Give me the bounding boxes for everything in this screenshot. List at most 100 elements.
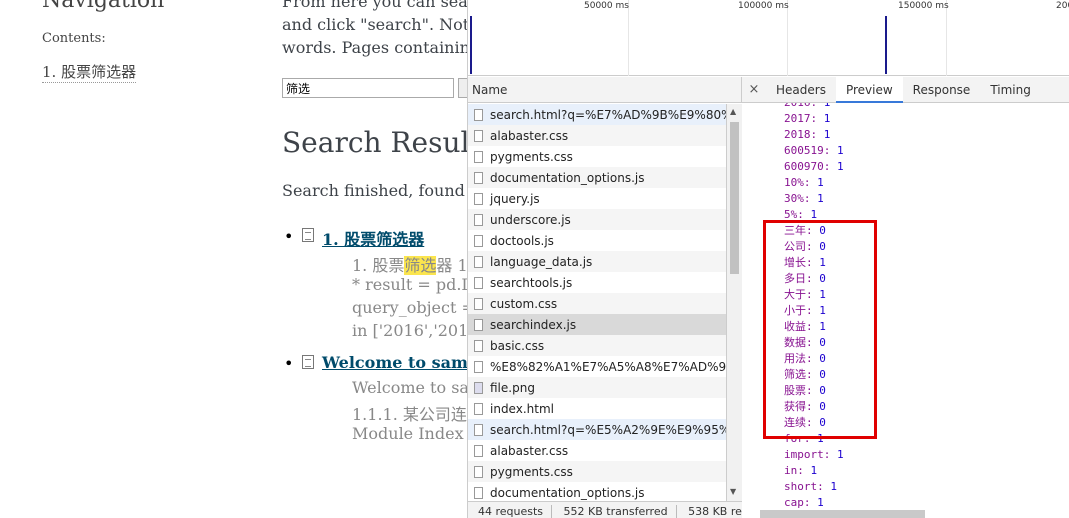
- preview-entry: in: 1: [784, 463, 817, 479]
- request-row[interactable]: search.html?q=%E7%AD%9B%E9%80%89: [468, 104, 726, 125]
- document-file-icon: [474, 129, 483, 142]
- preview-key: 600519:: [784, 144, 837, 157]
- preview-entry: cap: 1: [784, 495, 824, 511]
- request-list: search.html?q=%E7%AD%9B%E9%80%89 alabaste…: [468, 104, 727, 501]
- request-row[interactable]: alabaster.css: [468, 125, 726, 146]
- request-name: underscore.js: [490, 212, 571, 227]
- request-row[interactable]: alabaster.css: [468, 440, 726, 461]
- preview-entry: 600970: 1: [784, 159, 844, 175]
- request-name: alabaster.css: [490, 443, 569, 458]
- request-row[interactable]: pygments.css: [468, 461, 726, 482]
- request-name: documentation_options.js: [490, 485, 645, 500]
- transferred-size: 552 KB transferred: [564, 505, 677, 518]
- scroll-up-arrow-icon[interactable]: ▲: [730, 107, 736, 116]
- request-name: jquery.js: [490, 191, 540, 206]
- timeline-tick-label: 100000 ms: [738, 1, 789, 11]
- preview-value: 1: [830, 480, 837, 493]
- preview-value: 1: [810, 464, 818, 477]
- request-row[interactable]: basic.css: [468, 335, 726, 356]
- close-icon[interactable]: ×: [742, 82, 766, 97]
- preview-value: 1: [836, 160, 844, 173]
- preview-horizontal-scrollbar[interactable]: [760, 510, 925, 518]
- result-context-line: query_object =: [352, 298, 475, 317]
- tab-timing[interactable]: Timing: [980, 77, 1041, 103]
- request-list-scrollbar[interactable]: ▲ ▼: [727, 104, 742, 501]
- preview-entry: 30%: 1: [784, 191, 824, 207]
- preview-key: 2016:: [784, 103, 824, 109]
- preview-value: 1: [817, 176, 824, 189]
- request-row[interactable]: language_data.js: [468, 251, 726, 272]
- timeline-request-marker: [470, 16, 472, 74]
- document-file-icon: [474, 444, 483, 457]
- preview-value: 1: [836, 448, 844, 461]
- timeline-gridline: [946, 0, 947, 76]
- network-timeline-overview[interactable]: 50000 ms 100000 ms 150000 ms 200: [468, 0, 1069, 76]
- document-file-icon: [474, 192, 483, 205]
- request-row[interactable]: file.png: [468, 377, 726, 398]
- document-file-icon: [474, 423, 483, 436]
- request-row[interactable]: documentation_options.js: [468, 167, 726, 188]
- network-status-bar: 44 requests 552 KB transferred 538 KB re…: [468, 501, 742, 518]
- list-bullet: •: [284, 227, 294, 246]
- tab-preview[interactable]: Preview: [835, 76, 903, 103]
- search-result-link[interactable]: 1. 股票筛选器: [322, 226, 424, 250]
- result-context-line: Welcome to sar: [352, 378, 477, 397]
- preview-key: cap:: [784, 496, 818, 509]
- request-name: index.html: [490, 401, 554, 416]
- search-result-link[interactable]: Welcome to sam: [322, 353, 468, 372]
- result-context-line: Module Index S: [352, 424, 480, 443]
- request-row[interactable]: custom.css: [468, 293, 726, 314]
- document-file-icon: [474, 465, 483, 478]
- preview-value: 1: [824, 103, 831, 109]
- request-name: pygments.css: [490, 464, 573, 479]
- timeline-gridline: [628, 0, 629, 76]
- request-row[interactable]: index.html: [468, 398, 726, 419]
- contents-label: Contents:: [42, 31, 106, 46]
- document-file-icon: [474, 171, 483, 184]
- request-row[interactable]: searchtools.js: [468, 272, 726, 293]
- scroll-thumb[interactable]: [730, 122, 739, 274]
- document-file-icon: [474, 297, 483, 310]
- request-name: pygments.css: [490, 149, 573, 164]
- tab-headers[interactable]: Headers: [766, 77, 836, 103]
- request-row[interactable]: documentation_options.js: [468, 482, 726, 501]
- preview-key: 2018:: [784, 128, 824, 141]
- tab-response[interactable]: Response: [903, 77, 981, 103]
- request-row[interactable]: search.html?q=%E5%A2%9E%E9%95%BF: [468, 419, 726, 440]
- request-name: basic.css: [490, 338, 545, 353]
- request-row[interactable]: underscore.js: [468, 209, 726, 230]
- request-detail-tabs: × Headers Preview Response Timing: [742, 76, 1069, 103]
- preview-key: in:: [784, 464, 811, 477]
- document-file-icon: [474, 213, 483, 226]
- document-icon: [302, 228, 314, 242]
- request-name: file.png: [490, 380, 535, 395]
- result-context-line: 1.1.1. 某公司连续: [352, 405, 483, 424]
- document-file-icon: [474, 339, 483, 352]
- search-input[interactable]: [282, 78, 454, 98]
- request-row[interactable]: jquery.js: [468, 188, 726, 209]
- preview-entry: 600519: 1: [784, 143, 844, 159]
- document-file-icon: [474, 276, 483, 289]
- preview-value: 1: [817, 496, 824, 509]
- intro-text-line: and click "search". Note: [282, 15, 479, 34]
- preview-key: short:: [784, 480, 831, 493]
- preview-value: 1: [823, 128, 831, 141]
- scroll-down-arrow-icon[interactable]: ▼: [730, 487, 736, 496]
- name-column-header[interactable]: Name: [468, 77, 742, 103]
- request-name: language_data.js: [490, 254, 593, 269]
- request-name: documentation_options.js: [490, 170, 645, 185]
- timeline-gridline: [787, 0, 788, 76]
- request-name: doctools.js: [490, 233, 554, 248]
- request-row[interactable]: pygments.css: [468, 146, 726, 167]
- request-row[interactable]: %E8%82%A1%E7%A5%A8%E7%AD%9B%E9: [468, 356, 726, 377]
- match-highlight: 筛选: [404, 256, 437, 275]
- request-name: searchindex.js: [490, 317, 577, 332]
- preview-key: 2017:: [784, 112, 824, 125]
- request-name: search.html?q=%E7%AD%9B%E9%80%89: [490, 107, 726, 122]
- request-row[interactable]: searchindex.js: [468, 314, 726, 335]
- preview-entry: import: 1: [784, 447, 844, 463]
- navigation-heading: Navigation: [42, 0, 165, 13]
- toc-link-stock-screener[interactable]: 1. 股票筛选器: [42, 61, 137, 83]
- request-row[interactable]: doctools.js: [468, 230, 726, 251]
- preview-key: 10%:: [784, 176, 818, 189]
